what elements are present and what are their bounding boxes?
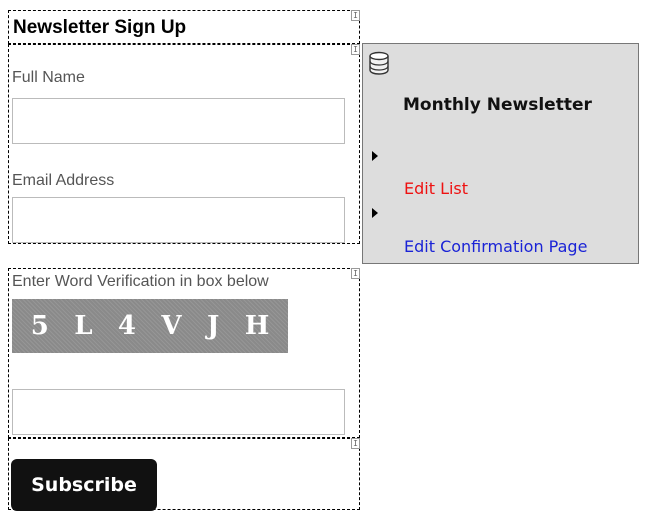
fields-block[interactable]: I Full Name Email Address	[8, 44, 360, 244]
panel-title: Monthly Newsletter	[403, 95, 592, 115]
full-name-input[interactable]	[12, 98, 345, 144]
resize-handle-icon[interactable]: I	[351, 438, 360, 449]
full-name-label: Full Name	[12, 69, 85, 86]
resize-handle-icon[interactable]: I	[351, 268, 360, 279]
verification-input[interactable]	[12, 389, 345, 435]
verification-label: Enter Word Verification in box below	[12, 273, 269, 290]
email-label: Email Address	[12, 172, 115, 189]
form-title: Newsletter Sign Up	[13, 17, 187, 38]
title-block[interactable]: I Newsletter Sign Up	[8, 10, 360, 44]
verification-block[interactable]: I Enter Word Verification in box below 5…	[8, 268, 360, 438]
newsletter-panel: Monthly Newsletter Edit List Edit Confir…	[362, 43, 639, 264]
captcha-char: J	[206, 311, 220, 341]
captcha-char: 5	[30, 311, 49, 341]
edit-confirmation-link[interactable]: Edit Confirmation Page	[404, 237, 587, 256]
captcha-char: V	[161, 311, 182, 341]
edit-list-link[interactable]: Edit List	[404, 179, 468, 198]
captcha-image: 5 L 4 V J H	[12, 299, 288, 353]
email-input[interactable]	[12, 197, 345, 243]
database-icon[interactable]	[367, 50, 391, 76]
resize-handle-icon[interactable]: I	[351, 44, 360, 55]
subscribe-button[interactable]: Subscribe	[11, 459, 157, 511]
captcha-char: L	[74, 311, 93, 341]
captcha-char: 4	[117, 311, 136, 341]
triangle-right-icon	[372, 151, 378, 161]
subscribe-block[interactable]: I Subscribe	[8, 438, 360, 511]
resize-handle-icon[interactable]: I	[351, 10, 360, 21]
triangle-right-icon	[372, 208, 378, 218]
captcha-char: H	[244, 311, 270, 341]
